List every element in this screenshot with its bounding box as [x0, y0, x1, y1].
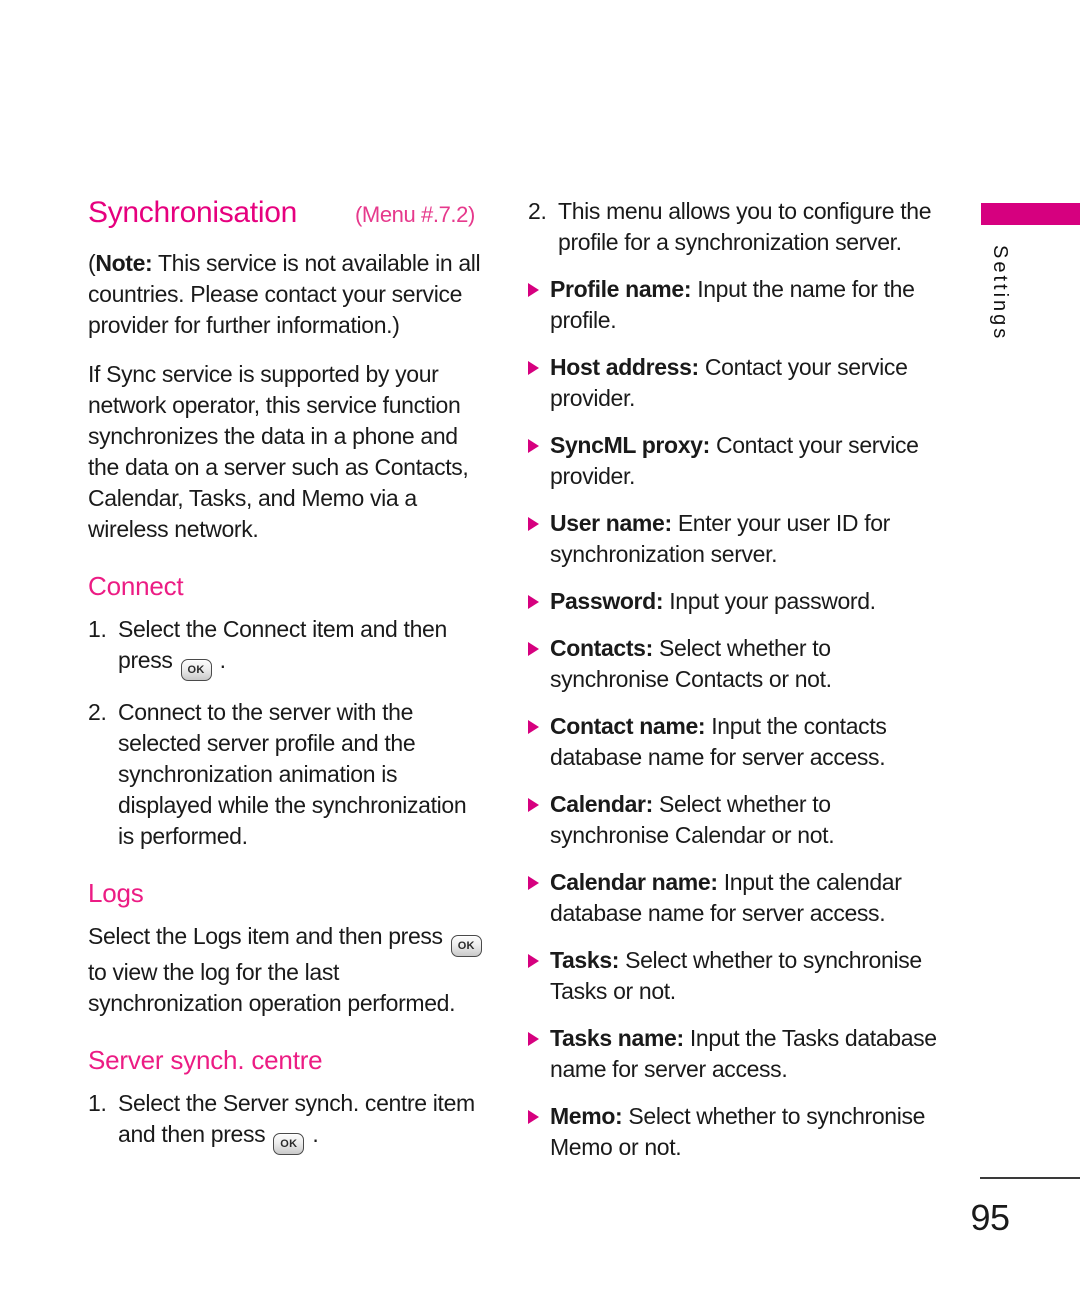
triangle-bullet-icon — [528, 508, 550, 570]
list-item-text: Select the Server synch. centre item and… — [118, 1088, 488, 1155]
triangle-bullet-icon — [528, 430, 550, 492]
right-column: 2. This menu allows you to configure the… — [528, 196, 938, 1179]
bullet-label: Profile name: — [550, 276, 692, 302]
list-item: User name: Enter your user ID for synchr… — [528, 508, 938, 570]
list-item-text: Connect to the server with the selected … — [118, 699, 467, 849]
bullet-text: Contacts: Select whether to synchronise … — [550, 633, 938, 695]
bullet-label: Contacts: — [550, 635, 653, 661]
bullet-label: Password: — [550, 588, 664, 614]
list-item: Tasks name: Input the Tasks database nam… — [528, 1023, 938, 1085]
bullet-text: Contact name: Input the contacts databas… — [550, 711, 938, 773]
triangle-bullet-icon — [528, 867, 550, 929]
triangle-bullet-icon — [528, 274, 550, 336]
section-heading-logs: Logs — [88, 878, 144, 908]
list-item: Contact name: Input the contacts databas… — [528, 711, 938, 773]
list-marker: 2. — [88, 699, 107, 725]
bullet-description: Input your password. — [663, 588, 876, 614]
list-text-before: Select the Connect item and then press — [118, 616, 447, 673]
logs-text-before: Select the Logs item and then press — [88, 923, 449, 949]
bullet-label: Calendar: — [550, 791, 653, 817]
section-tab-bar — [981, 203, 1080, 225]
list-item: Tasks: Select whether to synchronise Tas… — [528, 945, 938, 1007]
bullet-label: Memo: — [550, 1103, 623, 1129]
list-item: Contacts: Select whether to synchronise … — [528, 633, 938, 695]
list-item: 1. Select the Server synch. centre item … — [88, 1088, 488, 1155]
bullet-text: Tasks: Select whether to synchronise Tas… — [550, 945, 938, 1007]
list-text-after: . — [306, 1121, 319, 1147]
page-title: Synchronisation — [88, 196, 297, 229]
ok-key-icon: OK — [450, 935, 482, 957]
list-item: Host address: Contact your service provi… — [528, 352, 938, 414]
list-item-text: This menu allows you to configure the pr… — [558, 198, 932, 255]
note-label: Note: — [95, 250, 153, 276]
list-marker: 1. — [88, 1090, 107, 1116]
list-item: Calendar name: Input the calendar databa… — [528, 867, 938, 929]
bullet-label: Tasks name: — [550, 1025, 684, 1051]
section-tab-label: Settings — [989, 245, 1011, 342]
bullet-label: Calendar name: — [550, 869, 718, 895]
list-text-after: . — [213, 647, 226, 673]
bullet-text: Tasks name: Input the Tasks database nam… — [550, 1023, 938, 1085]
note-paragraph: (Note: This service is not available in … — [88, 248, 488, 341]
ok-key-icon: OK — [180, 659, 212, 681]
list-item-text: Select the Connect item and then press O… — [118, 614, 488, 681]
list-item: Password: Input your password. — [528, 586, 938, 617]
chapter-heading: Synchronisation (Menu #.7.2) — [88, 196, 488, 230]
section-heading-server-synch-centre: Server synch. centre — [88, 1045, 323, 1075]
bullet-label: Tasks: — [550, 947, 620, 973]
triangle-bullet-icon — [528, 586, 550, 617]
bullet-text: User name: Enter your user ID for synchr… — [550, 508, 938, 570]
left-column: Synchronisation (Menu #.7.2) (Note: This… — [88, 196, 488, 1171]
logs-text-after: to view the log for the last synchroniza… — [88, 959, 456, 1016]
bullet-text: Calendar name: Input the calendar databa… — [550, 867, 938, 929]
list-item: Calendar: Select whether to synchronise … — [528, 789, 938, 851]
triangle-bullet-icon — [528, 945, 550, 1007]
list-item: 2. This menu allows you to configure the… — [528, 196, 938, 258]
triangle-bullet-icon — [528, 352, 550, 414]
footer-divider — [980, 1177, 1080, 1179]
list-item: Memo: Select whether to synchronise Memo… — [528, 1101, 938, 1163]
page-number: 95 — [970, 1197, 1010, 1238]
section-heading-connect: Connect — [88, 571, 184, 601]
list-item: SyncML proxy: Contact your service provi… — [528, 430, 938, 492]
intro-paragraph: If Sync service is supported by your net… — [88, 361, 469, 542]
bullet-label: Host address: — [550, 354, 699, 380]
ok-key-icon: OK — [273, 1133, 305, 1155]
list-item: 1. Select the Connect item and then pres… — [88, 614, 488, 681]
triangle-bullet-icon — [528, 1023, 550, 1085]
triangle-bullet-icon — [528, 711, 550, 773]
bullet-label: SyncML proxy: — [550, 432, 710, 458]
bullet-text: Memo: Select whether to synchronise Memo… — [550, 1101, 938, 1163]
bullet-text: Password: Input your password. — [550, 586, 938, 617]
bullet-text: Profile name: Input the name for the pro… — [550, 274, 938, 336]
list-marker: 1. — [88, 616, 107, 642]
list-marker: 2. — [528, 198, 547, 224]
manual-page: Synchronisation (Menu #.7.2) (Note: This… — [0, 0, 1080, 1295]
bullet-text: Calendar: Select whether to synchronise … — [550, 789, 938, 851]
triangle-bullet-icon — [528, 789, 550, 851]
bullet-label: Contact name: — [550, 713, 706, 739]
menu-path-label: (Menu #.7.2) — [354, 202, 475, 227]
bullet-label: User name: — [550, 510, 672, 536]
list-item: 2. Connect to the server with the select… — [88, 697, 488, 852]
logs-paragraph: Select the Logs item and then press OK t… — [88, 921, 488, 1019]
triangle-bullet-icon — [528, 1101, 550, 1163]
triangle-bullet-icon — [528, 633, 550, 695]
bullet-text: Host address: Contact your service provi… — [550, 352, 938, 414]
bullet-text: SyncML proxy: Contact your service provi… — [550, 430, 938, 492]
list-item: Profile name: Input the name for the pro… — [528, 274, 938, 336]
